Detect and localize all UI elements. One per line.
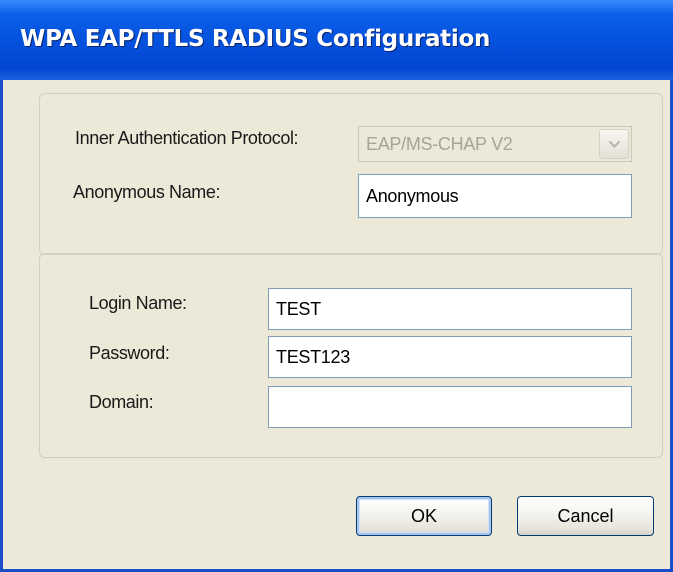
chevron-down-icon <box>608 140 621 149</box>
login-name-input[interactable] <box>268 288 632 330</box>
password-input[interactable] <box>268 336 632 378</box>
ok-button[interactable]: OK <box>356 496 492 536</box>
cancel-button[interactable]: Cancel <box>517 496 654 536</box>
inner-protocol-value: EAP/MS-CHAP V2 <box>366 134 513 154</box>
anonymous-name-input[interactable] <box>358 174 632 218</box>
title-bar[interactable]: WPA EAP/TTLS RADIUS Configuration <box>0 0 673 80</box>
window-title: WPA EAP/TTLS RADIUS Configuration <box>20 26 491 52</box>
domain-label: Domain: <box>89 392 154 412</box>
password-label: Password: <box>89 343 170 363</box>
inner-protocol-select[interactable]: EAP/MS-CHAP V2 <box>358 126 632 162</box>
anonymous-name-label: Anonymous Name: <box>73 182 221 202</box>
login-name-label: Login Name: <box>89 293 187 313</box>
domain-input[interactable] <box>268 386 632 428</box>
inner-protocol-label: Inner Authentication Protocol: <box>75 128 299 148</box>
dropdown-button[interactable] <box>599 129 629 159</box>
radius-config-dialog: WPA EAP/TTLS RADIUS Configuration Inner … <box>0 0 673 572</box>
